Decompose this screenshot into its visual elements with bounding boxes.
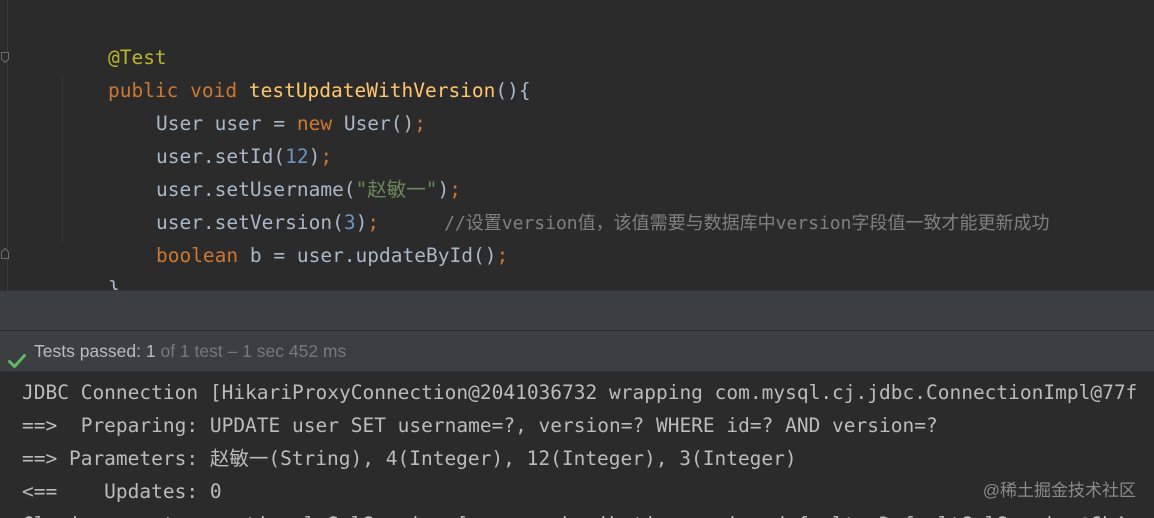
code-line: @Test xyxy=(61,8,167,69)
code-token: b = user.updateById() xyxy=(249,244,497,267)
test-status-text: Tests passed: 1 of 1 test – 1 sec 452 ms xyxy=(34,331,346,371)
console-line: ==> Preparing: UPDATE user SET username=… xyxy=(22,414,938,437)
semicolon-token: ; xyxy=(496,244,509,267)
code-token: (){ xyxy=(495,79,531,102)
console-line: <== Updates: 0 xyxy=(22,480,222,503)
fold-marker-icon[interactable] xyxy=(1,248,9,259)
gutter xyxy=(7,0,8,290)
code-editor[interactable]: @Test public void testUpdateWithVersion(… xyxy=(0,0,1154,290)
watermark: @稀土掘金技术社区 xyxy=(982,481,1136,500)
keyword-token: boolean xyxy=(155,244,250,267)
code-line: } xyxy=(61,239,120,290)
closing-brace-token: } xyxy=(107,277,120,290)
status-label: Tests passed: xyxy=(34,341,146,361)
code-token: User() xyxy=(343,112,415,135)
fold-marker-icon[interactable] xyxy=(1,52,9,63)
status-count: 1 xyxy=(145,341,156,361)
code-line: public void testUpdateWithVersion(){ xyxy=(61,41,531,102)
code-line: user.setUsername("赵敏一"); xyxy=(109,140,461,201)
test-status-bar: Tests passed: 1 of 1 test – 1 sec 452 ms xyxy=(0,330,1154,372)
console-line: JDBC Connection [HikariProxyConnection@2… xyxy=(22,381,1138,404)
code-line: } xyxy=(11,272,70,290)
code-line: user.setId(12); xyxy=(109,107,332,168)
code-line: User user = new User(); xyxy=(109,74,426,135)
semicolon-token: ; xyxy=(414,112,427,135)
panel-splitter[interactable] xyxy=(0,290,1154,330)
code-line: boolean b = user.updateById(); xyxy=(109,206,508,267)
status-detail: of 1 test – 1 sec 452 ms xyxy=(155,341,347,361)
console-line: Closing non transactional SqlSession [or… xyxy=(22,508,1126,518)
console-output[interactable]: JDBC Connection [HikariProxyConnection@2… xyxy=(0,372,1154,518)
console-line: ==> Parameters: 赵敏一(String), 4(Integer),… xyxy=(22,447,797,470)
check-icon xyxy=(8,343,26,368)
code-line: user.setVersion(3); //设置version值，该值需要与数据… xyxy=(109,173,1050,234)
